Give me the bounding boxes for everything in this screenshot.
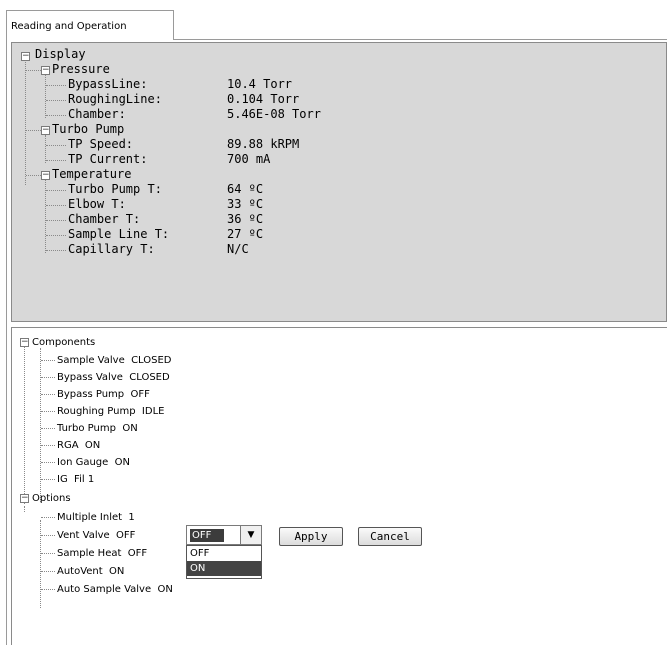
apply-button[interactable]: Apply <box>279 527 343 546</box>
vent-valve-select[interactable]: OFF ▼ <box>186 525 262 545</box>
tree-line <box>46 100 66 101</box>
display-tree[interactable]: − Display − Pressure BypassLine: 10.4 To… <box>11 42 667 322</box>
temp-capillary-label: Capillary T: <box>68 242 155 256</box>
collapse-icon[interactable]: − <box>41 126 50 135</box>
tree-node-options: Options <box>32 493 71 504</box>
tree-line <box>46 190 66 191</box>
vent-valve-select-value: OFF <box>190 529 224 542</box>
pressure-chamber-value: 5.46E-08 Torr <box>227 107 321 121</box>
tree-node-pressure: Pressure <box>52 62 110 76</box>
tree-line <box>26 130 41 131</box>
tree-line <box>46 115 66 116</box>
tree-line <box>41 589 55 590</box>
option-vent-valve[interactable]: Vent Valve OFF <box>57 527 135 544</box>
option-auto-sample-valve[interactable]: Auto Sample Valve ON <box>57 581 173 598</box>
tree-line <box>41 360 55 361</box>
temp-turbo-value: 64 ºC <box>227 182 264 196</box>
tree-line <box>41 571 55 572</box>
component-sample-valve[interactable]: Sample Valve CLOSED <box>57 352 172 369</box>
components-tree[interactable]: − Components Sample Valve CLOSED Bypass … <box>11 327 667 645</box>
tree-line <box>41 517 55 518</box>
collapse-icon[interactable]: − <box>20 494 29 503</box>
tree-node-display: Display <box>35 47 86 61</box>
tree-line <box>41 377 55 378</box>
temp-sample-line-value: 27 ºC <box>227 227 264 241</box>
pressure-bypass-label: BypassLine: <box>68 77 148 91</box>
temp-chamber-label: Chamber T: <box>68 212 141 226</box>
tree-line <box>25 60 26 185</box>
dropdown-option-on[interactable]: ON <box>187 561 261 576</box>
component-bypass-pump[interactable]: Bypass Pump OFF <box>57 386 150 403</box>
component-bypass-valve[interactable]: Bypass Valve CLOSED <box>57 369 170 386</box>
option-autovent[interactable]: AutoVent ON <box>57 563 124 580</box>
component-ig-filament[interactable]: IG Fil 1 <box>57 471 94 488</box>
collapse-icon[interactable]: − <box>41 171 50 180</box>
tree-line <box>26 175 41 176</box>
option-sample-heat[interactable]: Sample Heat OFF <box>57 545 147 562</box>
tree-node-turbo-pump: Turbo Pump <box>52 122 125 136</box>
tree-line <box>41 394 55 395</box>
tree-line <box>41 411 55 412</box>
tree-line <box>41 445 55 446</box>
pressure-roughing-label: RoughingLine: <box>68 92 162 106</box>
tp-current-value: 700 mA <box>227 152 271 166</box>
tp-speed-value: 89.88 kRPM <box>227 137 300 151</box>
tab-reading-and-operation[interactable]: Reading and Operation <box>6 10 174 40</box>
tree-line <box>46 235 66 236</box>
tree-line <box>41 535 55 536</box>
vent-valve-dropdown[interactable]: OFF ON <box>186 545 262 579</box>
tab-panel: − Display − Pressure BypassLine: 10.4 To… <box>6 39 667 645</box>
collapse-icon[interactable]: − <box>41 66 50 75</box>
tp-current-label: TP Current: <box>68 152 148 166</box>
temp-elbow-label: Elbow T: <box>68 197 126 211</box>
tree-line <box>45 135 46 163</box>
tp-speed-label: TP Speed: <box>68 137 134 151</box>
main-window: Reading and Operation − Display − Pressu… <box>3 8 667 645</box>
component-ion-gauge[interactable]: Ion Gauge ON <box>57 454 130 471</box>
component-turbo-pump[interactable]: Turbo Pump ON <box>57 420 138 437</box>
pressure-roughing-value: 0.104 Torr <box>227 92 300 106</box>
temp-turbo-label: Turbo Pump T: <box>68 182 162 196</box>
tree-line <box>41 479 55 480</box>
component-rga[interactable]: RGA ON <box>57 437 100 454</box>
temp-chamber-value: 36 ºC <box>227 212 264 226</box>
dropdown-option-off[interactable]: OFF <box>187 546 261 561</box>
option-multiple-inlet[interactable]: Multiple Inlet 1 <box>57 509 135 526</box>
tree-node-components: Components <box>32 337 96 348</box>
tab-label: Reading and Operation <box>11 21 127 32</box>
chevron-down-icon[interactable]: ▼ <box>240 526 261 544</box>
temp-elbow-value: 33 ºC <box>227 197 264 211</box>
tree-line <box>46 220 66 221</box>
tree-line <box>41 428 55 429</box>
collapse-icon[interactable]: − <box>20 338 29 347</box>
tree-line <box>40 520 41 608</box>
tree-line <box>46 145 66 146</box>
pressure-bypass-value: 10.4 Torr <box>227 77 293 91</box>
tree-line <box>24 506 25 512</box>
tree-line <box>46 85 66 86</box>
tree-line <box>26 70 41 71</box>
tree-line <box>45 75 46 118</box>
tree-line <box>46 250 66 251</box>
tree-line <box>41 553 55 554</box>
tree-line <box>46 160 66 161</box>
temp-sample-line-label: Sample Line T: <box>68 227 170 241</box>
tree-line <box>46 205 66 206</box>
tree-line <box>24 346 25 504</box>
collapse-icon[interactable]: − <box>21 52 30 61</box>
component-roughing-pump[interactable]: Roughing Pump IDLE <box>57 403 164 420</box>
temp-capillary-value: N/C <box>227 242 249 256</box>
pressure-chamber-label: Chamber: <box>68 107 126 121</box>
cancel-button[interactable]: Cancel <box>358 527 422 546</box>
tree-line <box>41 462 55 463</box>
tree-node-temperature: Temperature <box>52 167 132 181</box>
